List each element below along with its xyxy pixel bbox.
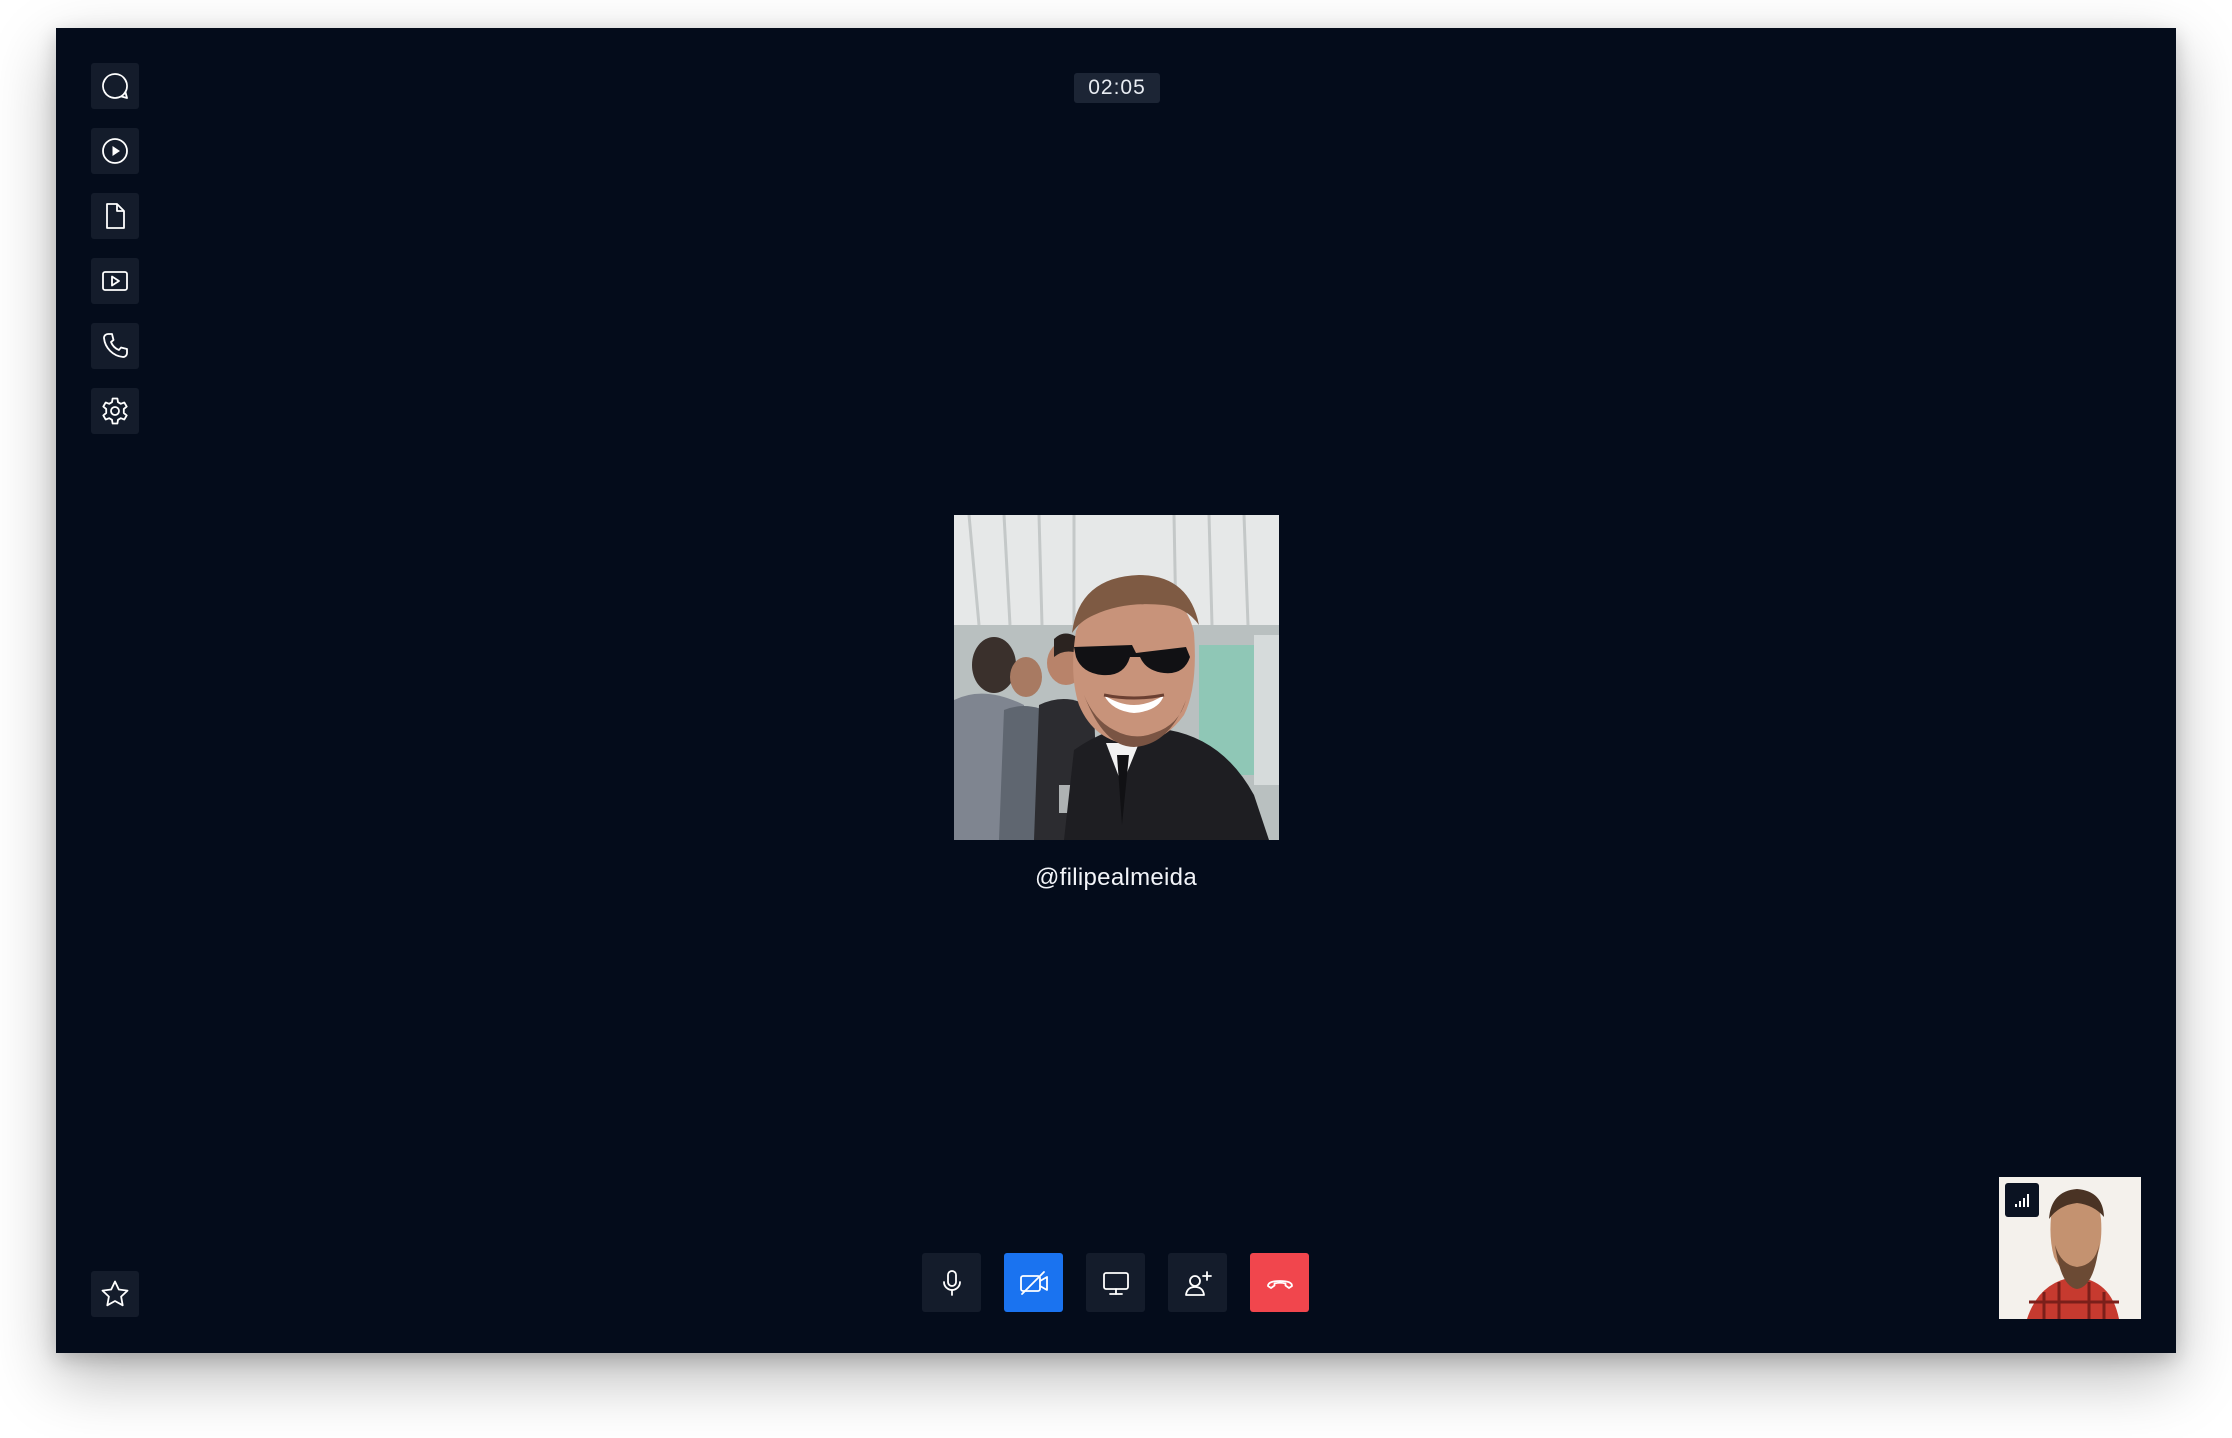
play-circle-icon <box>102 138 128 164</box>
video-button[interactable] <box>91 258 139 304</box>
sidebar <box>91 63 139 453</box>
screen-share-button[interactable] <box>1086 1253 1145 1312</box>
end-call-button[interactable] <box>1250 1253 1309 1312</box>
settings-button[interactable] <box>91 388 139 434</box>
microphone-icon <box>942 1269 961 1296</box>
camera-off-icon <box>1019 1270 1048 1295</box>
hang-up-icon <box>1266 1279 1293 1289</box>
video-call-window: 02:05 @filipealmeida <box>56 28 2176 1353</box>
call-timer: 02:05 <box>1074 73 1160 103</box>
signal-strength-icon <box>2015 1194 2029 1207</box>
add-participant-button[interactable] <box>1168 1253 1227 1312</box>
add-person-icon <box>1184 1270 1212 1296</box>
connection-status <box>2005 1183 2039 1217</box>
camera-toggle-button[interactable] <box>1004 1253 1063 1312</box>
calls-button[interactable] <box>91 323 139 369</box>
video-player-icon <box>102 271 128 291</box>
self-video-preview[interactable] <box>1999 1177 2141 1319</box>
chat-bubble-icon <box>102 73 128 99</box>
mute-button[interactable] <box>922 1253 981 1312</box>
files-button[interactable] <box>91 193 139 239</box>
chat-button[interactable] <box>91 63 139 109</box>
screen-share-icon <box>1102 1271 1129 1295</box>
document-icon <box>106 203 125 229</box>
caller-handle: @filipealmeida <box>1035 864 1197 891</box>
favorites-button[interactable] <box>91 1271 139 1317</box>
gear-icon <box>102 397 128 425</box>
star-icon <box>101 1280 129 1307</box>
play-button[interactable] <box>91 128 139 174</box>
phone-icon <box>103 333 128 358</box>
caller-avatar <box>954 515 1279 840</box>
call-controls <box>922 1253 1309 1312</box>
